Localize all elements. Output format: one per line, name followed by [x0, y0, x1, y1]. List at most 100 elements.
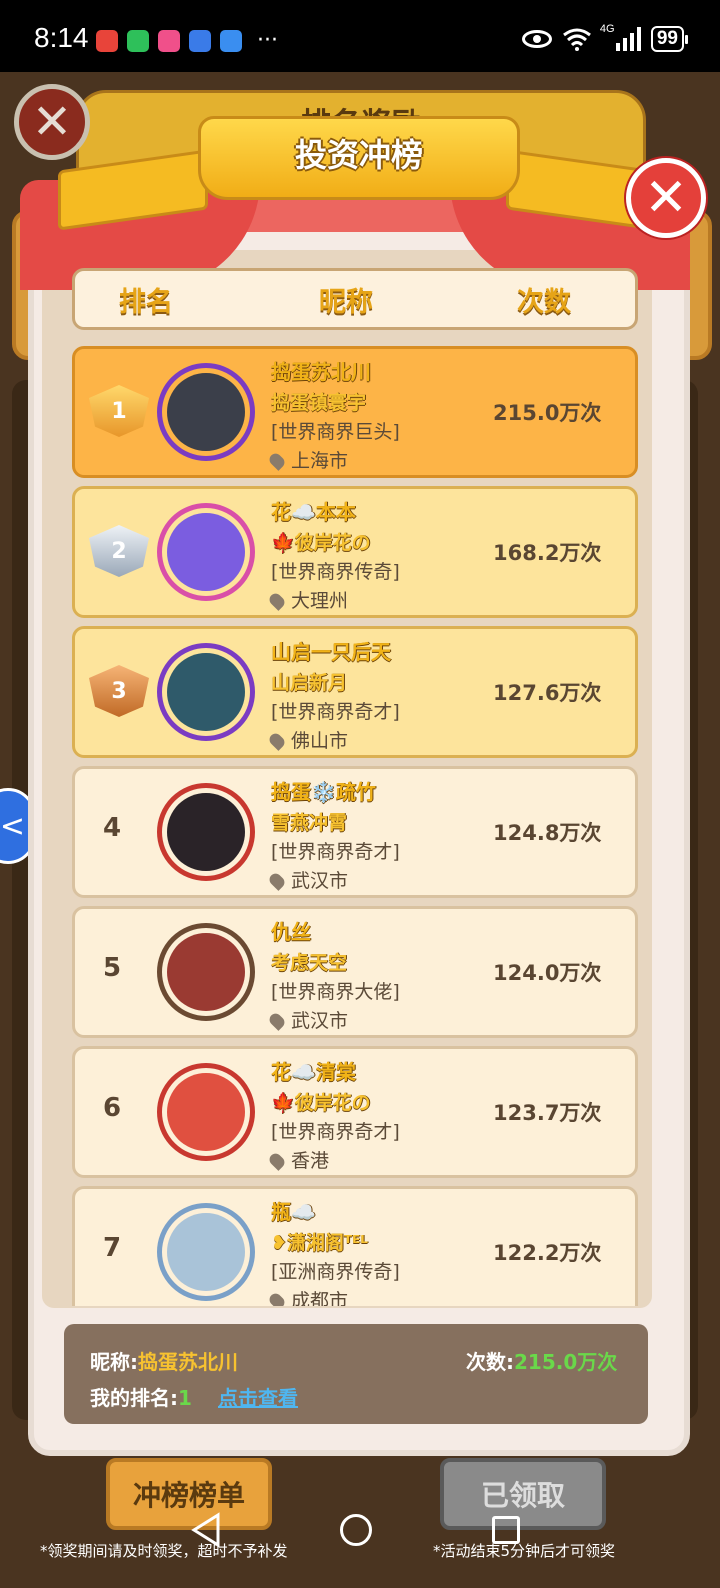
location-text: 佛山市	[291, 730, 349, 752]
ranking-row[interactable]: 2 花☁️本本 🍁彼岸花の [世界商界传奇] 大理州 168.2万次	[72, 486, 638, 618]
location-text: 武汉市	[291, 1010, 349, 1032]
status-bar: 8:14 ··· 4G 99	[0, 0, 720, 72]
my-ranking-bar: 昵称:捣蛋苏北川 次数:215.0万次 我的排名:1 点击查看	[64, 1324, 648, 1424]
wechat-icon	[127, 30, 149, 52]
my-nickname-value: 捣蛋苏北川	[138, 1350, 238, 1374]
player-title: [世界商界大佬]	[271, 981, 400, 1003]
rank-number: 6	[103, 1093, 122, 1123]
app-notification-icon	[189, 30, 211, 52]
avatar-photo	[167, 513, 245, 591]
app-notification-icon	[96, 30, 118, 52]
location-pin-icon	[267, 451, 287, 471]
rank-number: 7	[103, 1233, 122, 1263]
player-nickname: 瓶☁️	[271, 1200, 316, 1224]
silver-medal-icon: 2	[89, 525, 149, 577]
player-guild: 山启新月	[271, 672, 348, 694]
avatar[interactable]	[157, 1203, 255, 1301]
wifi-icon	[562, 28, 591, 51]
ranking-row[interactable]: 7 瓶☁️ ❥潇湘阁ᵀᴱᴸ [亚洲商界传奇] 成都市 122.2万次	[72, 1186, 638, 1306]
player-guild: 捣蛋镇寰宇	[271, 392, 367, 414]
location-text: 香港	[291, 1150, 330, 1172]
network-type: 4G	[599, 23, 615, 35]
my-count-value: 215.0万次	[514, 1350, 618, 1374]
rank-list-button[interactable]: 冲榜榜单	[106, 1458, 272, 1530]
ranking-row[interactable]: 5 仇丝 考虑天空 [世界商界大佬] 武汉市 124.0万次	[72, 906, 638, 1038]
close-icon: ✕	[31, 94, 73, 150]
avatar-photo	[167, 653, 245, 731]
claim-note-left: *领奖期间请及时领奖，超时不予补发	[40, 1542, 288, 1560]
avatar[interactable]	[157, 363, 255, 461]
eye-comfort-icon	[521, 30, 552, 48]
wifi-app-icon	[220, 30, 242, 52]
rank-number: 4	[103, 813, 122, 843]
location-text: 上海市	[291, 450, 349, 472]
my-nickname: 昵称:捣蛋苏北川	[90, 1346, 238, 1375]
view-details-link[interactable]: 点击查看	[218, 1382, 298, 1411]
avatar[interactable]	[157, 503, 255, 601]
recent-apps-icon[interactable]	[492, 1516, 520, 1544]
invest-count: 124.0万次	[493, 961, 602, 985]
my-rank-value: 1	[178, 1386, 192, 1410]
claimed-button[interactable]: 已领取	[440, 1458, 606, 1530]
avatar[interactable]	[157, 923, 255, 1021]
column-count: 次数	[517, 286, 571, 318]
player-title: [世界商界奇才]	[271, 841, 400, 863]
player-guild: 🍁彼岸花の	[271, 1092, 371, 1114]
avatar-photo	[167, 793, 245, 871]
location-pin-icon	[267, 1151, 287, 1171]
avatar-photo	[167, 1213, 245, 1291]
ranking-row[interactable]: 4 捣蛋❄️疏竹 雪燕冲霄 [世界商界奇才] 武汉市 124.8万次	[72, 766, 638, 898]
player-location: 佛山市	[267, 727, 491, 755]
location-pin-icon	[267, 1291, 287, 1306]
player-location: 成都市	[267, 1287, 491, 1306]
player-nickname: 花☁️本本	[271, 500, 356, 524]
popup-close-button[interactable]: ✕	[626, 158, 706, 238]
column-nickname: 昵称	[319, 286, 373, 318]
background-close-button[interactable]: ✕	[14, 84, 90, 160]
ranking-row[interactable]: 3 山启一只后天 山启新月 [世界商界奇才] 佛山市 127.6万次	[72, 626, 638, 758]
ranking-row[interactable]: 1 捣蛋苏北川 捣蛋镇寰宇 [世界商界巨头] 上海市 215.0万次	[72, 346, 638, 478]
back-icon[interactable]	[190, 1512, 222, 1548]
popup-title: 投资冲榜	[294, 136, 423, 174]
player-nickname: 花☁️清棠	[271, 1060, 356, 1084]
player-title: [世界商界巨头]	[271, 421, 400, 443]
player-title: [世界商界奇才]	[271, 1121, 400, 1143]
home-icon[interactable]	[340, 1514, 372, 1546]
ranking-list[interactable]: 1 捣蛋苏北川 捣蛋镇寰宇 [世界商界巨头] 上海市 215.0万次 2 花☁️…	[64, 340, 648, 1306]
location-pin-icon	[267, 731, 287, 751]
location-text: 武汉市	[291, 870, 349, 892]
my-nickname-label: 昵称:	[90, 1350, 138, 1374]
avatar-photo	[167, 933, 245, 1011]
player-nickname: 捣蛋苏北川	[271, 360, 371, 384]
more-notifications-icon: ···	[257, 28, 278, 53]
my-rank-label: 我的排名:	[90, 1386, 178, 1410]
player-guild: 雪燕冲霄	[271, 812, 348, 834]
location-pin-icon	[267, 591, 287, 611]
invest-count: 215.0万次	[493, 401, 602, 425]
avatar[interactable]	[157, 783, 255, 881]
status-right: 4G 99	[521, 23, 689, 52]
player-location: 香港	[267, 1147, 491, 1175]
ranking-row[interactable]: 6 花☁️清棠 🍁彼岸花の [世界商界奇才] 香港 123.7万次	[72, 1046, 638, 1178]
invest-count: 168.2万次	[493, 541, 602, 565]
player-guild: 考虑天空	[271, 952, 348, 974]
ranking-header: 排名 昵称 次数	[72, 268, 638, 330]
player-title: [世界商界传奇]	[271, 561, 400, 583]
invest-count: 124.8万次	[493, 821, 602, 845]
column-rank: 排名	[119, 286, 173, 318]
player-location: 武汉市	[267, 867, 491, 895]
player-title: [世界商界奇才]	[271, 701, 400, 723]
bronze-medal-icon: 3	[89, 665, 149, 717]
chevron-left-icon: <	[0, 808, 25, 844]
player-title: [亚洲商界传奇]	[271, 1261, 400, 1283]
close-icon: ✕	[644, 168, 688, 228]
gold-medal-icon: 1	[89, 385, 149, 437]
my-count-label: 次数:	[466, 1350, 514, 1374]
app-notification-icon	[158, 30, 180, 52]
rank-number: 5	[103, 953, 122, 983]
location-text: 成都市	[291, 1290, 349, 1306]
signal-icon: 4G	[600, 23, 641, 51]
avatar[interactable]	[157, 1063, 255, 1161]
invest-count: 123.7万次	[493, 1101, 602, 1125]
avatar[interactable]	[157, 643, 255, 741]
